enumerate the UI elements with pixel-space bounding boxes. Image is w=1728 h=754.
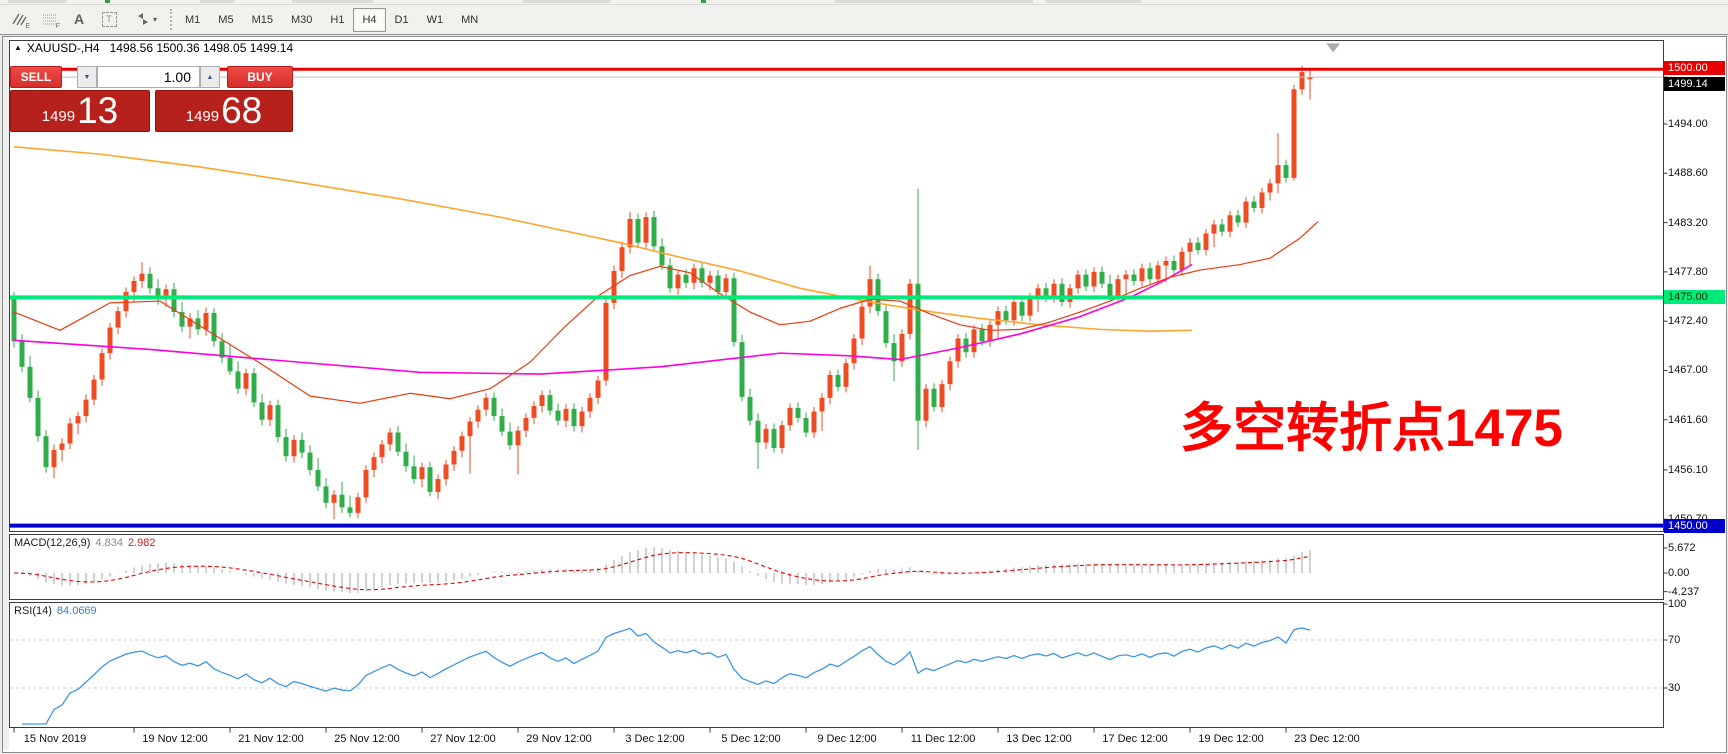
ohlc-readout: 1498.56 1500.36 1498.05 1499.14	[110, 41, 294, 55]
buy-price-button[interactable]: 1499 68	[155, 90, 293, 132]
macd-pane-label: MACD(12,26,9) 4.834 2.982	[14, 537, 155, 549]
volume-input[interactable]	[97, 66, 200, 88]
sell-price-minor: 1499	[42, 108, 75, 125]
time-axis-label: 27 Nov 12:00	[430, 733, 495, 745]
price-axis-label: 1472.40	[1668, 315, 1708, 327]
volume-decrease-button[interactable]: ▼	[77, 66, 97, 88]
triangle-down-icon: ▼	[84, 74, 91, 81]
buy-button[interactable]: BUY	[227, 66, 293, 88]
rsi-axis-label: 100	[1668, 598, 1686, 610]
price-axis-label: 1499.14	[1664, 77, 1725, 91]
buy-price-minor: 1499	[186, 108, 219, 125]
price-axis-label: 1461.60	[1668, 414, 1708, 426]
time-axis-label: 5 Dec 12:00	[721, 733, 780, 745]
price-axis-label: 1494.00	[1668, 118, 1708, 130]
price-axis-label: 1450.00	[1664, 519, 1725, 533]
rsi-axis-label: 30	[1668, 682, 1680, 694]
time-axis-label: 25 Nov 12:00	[334, 733, 399, 745]
macd-axis-label: -4.237	[1668, 586, 1699, 598]
rsi-value: 84.0669	[57, 605, 97, 617]
time-axis-label: 11 Dec 12:00	[911, 733, 976, 745]
volume-increase-button[interactable]: ▲	[200, 66, 220, 88]
time-axis-label: 15 Nov 2019	[24, 733, 86, 745]
price-axis-label: 1467.00	[1668, 364, 1708, 376]
sell-price-button[interactable]: 1499 13	[10, 90, 150, 132]
macd-signal-value: 2.982	[128, 537, 156, 549]
time-axis-label: 3 Dec 12:00	[625, 733, 684, 745]
rsi-name: RSI(14)	[14, 605, 52, 617]
macd-main-value: 4.834	[95, 537, 123, 549]
price-axis-label: 1475.00	[1664, 290, 1725, 304]
price-axis-label: 1477.80	[1668, 266, 1708, 278]
time-axis-label: 19 Dec 12:00	[1198, 733, 1263, 745]
time-axis-label: 17 Dec 12:00	[1102, 733, 1167, 745]
sell-button[interactable]: SELL	[10, 66, 62, 88]
time-axis-label: 13 Dec 12:00	[1006, 733, 1071, 745]
macd-axis-label: 5.672	[1668, 542, 1696, 554]
symbol-period-label: XAUUSD-,H4	[27, 41, 100, 55]
mt4-application-window: E F A T ▾ M1M5M15M30H1H4D1W1MN ▲XAUUSD-,…	[0, 0, 1728, 754]
time-axis-label: 29 Nov 12:00	[526, 733, 591, 745]
buy-price-major: 68	[221, 91, 262, 131]
chart-annotation-text: 多空转折点1475	[1180, 402, 1563, 455]
time-axis-label: 9 Dec 12:00	[817, 733, 876, 745]
rsi-pane-label: RSI(14) 84.0669	[14, 605, 97, 617]
chart-title: ▲ XAUUSD-,H4 1498.56 1500.36 1498.05 1499.…	[14, 41, 293, 55]
macd-name: MACD(12,26,9)	[14, 537, 90, 549]
price-axis-label: 1500.00	[1664, 61, 1725, 75]
time-axis-label: 23 Dec 12:00	[1294, 733, 1359, 745]
triangle-up-icon: ▲	[207, 74, 214, 81]
time-axis-label: 19 Nov 12:00	[142, 733, 207, 745]
price-axis-label: 1483.20	[1668, 217, 1708, 229]
macd-axis-label: 0.00	[1668, 567, 1689, 579]
sell-price-major: 13	[77, 91, 118, 131]
price-axis-label: 1488.60	[1668, 167, 1708, 179]
rsi-axis-label: 70	[1668, 634, 1680, 646]
collapse-triangle-icon: ▲	[14, 43, 22, 52]
price-axis-label: 1456.10	[1668, 464, 1708, 476]
time-axis-label: 21 Nov 12:00	[238, 733, 303, 745]
